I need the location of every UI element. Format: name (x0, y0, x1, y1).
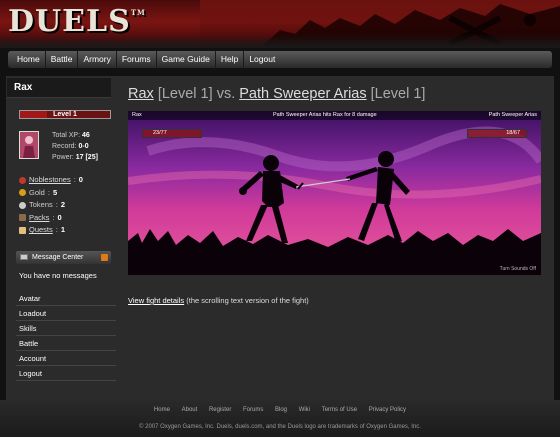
main-nav: Home Battle Armory Forums Game Guide Hel… (7, 50, 553, 69)
nav-logout[interactable]: Logout (244, 50, 280, 69)
avatar-portrait-icon (20, 132, 38, 158)
quests-value: 1 (60, 225, 66, 234)
footer-blog[interactable]: Blog (275, 407, 287, 413)
tokens-label: Tokens (29, 200, 53, 209)
opponent-level: [Level 1] (370, 86, 426, 102)
site-header: DUELSTM (0, 0, 560, 48)
nav-forums[interactable]: Forums (117, 50, 157, 69)
nav-help[interactable]: Help (216, 50, 245, 69)
pack-icon (19, 214, 26, 222)
fight-message: Path Sweeper Arias hits Rax for 8 damage (273, 112, 377, 118)
xp-progress-fill (20, 111, 47, 118)
power-label: Power: (52, 154, 74, 161)
packs-value: 0 (57, 212, 62, 222)
footer-privacy[interactable]: Privacy Policy (369, 407, 406, 413)
site-logo[interactable]: DUELSTM (8, 4, 146, 39)
sidebar-item-account[interactable]: Account (16, 351, 116, 366)
header-battle-art (200, 0, 560, 48)
rss-icon[interactable] (101, 254, 108, 261)
message-center-title: Message Center (32, 254, 84, 261)
no-messages-text: You have no messages (19, 271, 97, 280)
left-hp-text: 23/77 (153, 130, 167, 136)
right-fighter-name: Path Sweeper Arias (488, 112, 537, 118)
tokens-value: 2 (60, 200, 66, 209)
site-footer: Home About Register Forums Blog Wiki Ter… (0, 400, 560, 437)
nav-battle[interactable]: Battle (46, 50, 79, 69)
resource-gold: Gold: 5 (19, 187, 83, 200)
packs-link[interactable]: Packs (29, 212, 49, 225)
total-xp-value: 46 (81, 132, 90, 139)
sidebar-item-logout[interactable]: Logout (16, 366, 116, 381)
gold-label: Gold (29, 187, 45, 197)
resource-packs: Packs: 0 (19, 212, 83, 225)
noblestones-value: 0 (78, 175, 83, 184)
footer-wiki[interactable]: Wiki (299, 407, 310, 413)
sidebar-item-loadout[interactable]: Loadout (16, 306, 116, 321)
resource-tokens: Tokens: 2 (19, 199, 83, 212)
quests-link[interactable]: Quests (29, 224, 53, 237)
power-value: 17 [25] (75, 154, 98, 161)
resources-list: Noblestones: 0 Gold: 5 Tokens: 2 Packs: … (19, 174, 83, 237)
sidebar-item-battle[interactable]: Battle (16, 336, 116, 351)
left-hp-bar: 23/77 (142, 129, 202, 138)
sidebar: Rax Level 1 Total XP: 46 Record: 0-0 Pow… (7, 78, 116, 381)
character-stats: Total XP: 46 Record: 0-0 Power: 17 [25] (52, 130, 98, 163)
fight-details: View fight details (the scrolling text v… (128, 296, 309, 305)
right-hp-text: 18/67 (506, 130, 520, 136)
gold-value: 5 (52, 187, 58, 197)
resource-quests: Quests: 1 (19, 224, 83, 237)
right-hp-bar: 18/67 (467, 129, 527, 138)
level-label: Level 1 (53, 111, 77, 118)
envelope-icon (20, 254, 28, 260)
sidebar-item-avatar[interactable]: Avatar (16, 291, 116, 306)
view-fight-details-link[interactable]: View fight details (128, 296, 184, 305)
nav-game-guide[interactable]: Game Guide (157, 50, 216, 69)
left-fighter-name: Rax (132, 112, 142, 118)
character-name[interactable]: Rax (7, 78, 111, 98)
footer-forums[interactable]: Forums (243, 407, 263, 413)
level-bar: Level 1 (19, 110, 111, 119)
footer-about[interactable]: About (182, 407, 198, 413)
nav-home[interactable]: Home (12, 50, 46, 69)
message-center-header[interactable]: Message Center (16, 251, 111, 264)
vs-text: vs. (216, 86, 236, 102)
token-icon (19, 201, 26, 209)
footer-register[interactable]: Register (209, 407, 231, 413)
footer-links: Home About Register Forums Blog Wiki Ter… (0, 407, 560, 413)
total-xp-label: Total XP: (52, 132, 81, 139)
noblestone-icon (19, 176, 26, 184)
nav-armory[interactable]: Armory (78, 50, 117, 69)
fight-details-note: (the scrolling text version of the fight… (186, 296, 309, 305)
sidebar-item-skills[interactable]: Skills (16, 321, 116, 336)
player-link[interactable]: Rax (128, 86, 154, 102)
player-level: [Level 1] (157, 86, 213, 102)
resource-noblestones: Noblestones: 0 (19, 174, 83, 187)
quest-icon (19, 226, 26, 234)
avatar[interactable] (19, 131, 39, 159)
copyright-text: © 2007 Oxygen Games, Inc. Duels, duels.c… (139, 424, 421, 430)
gold-icon (19, 189, 26, 197)
footer-home[interactable]: Home (154, 407, 170, 413)
record-value: 0-0 (78, 143, 89, 150)
fight-animation[interactable]: Rax 23/77 Path Sweeper Arias hits Rax fo… (128, 111, 541, 275)
page-title: Rax [Level 1] vs. Path Sweeper Arias [Le… (128, 86, 425, 102)
record-label: Record: (52, 143, 77, 150)
footer-terms[interactable]: Terms of Use (322, 407, 357, 413)
opponent-link[interactable]: Path Sweeper Arias (239, 86, 366, 102)
turn-sounds-off-button[interactable]: Turn Sounds Off (500, 266, 536, 272)
noblestones-link[interactable]: Noblestones (29, 174, 71, 187)
sidebar-links: Avatar Loadout Skills Battle Account Log… (16, 291, 116, 381)
